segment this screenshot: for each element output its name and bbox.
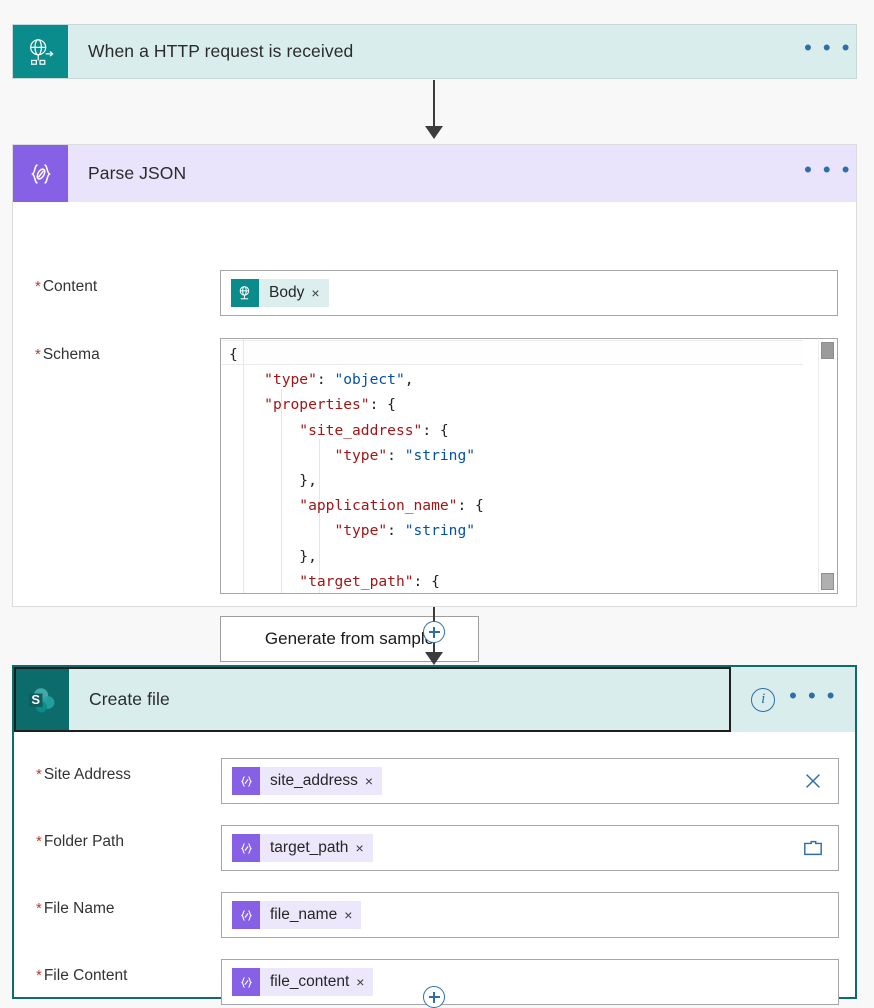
site-address-input[interactable]: site_address × [221, 758, 839, 804]
trigger-title: When a HTTP request is received [88, 41, 354, 61]
parse-json-more-menu-button[interactable]: • • • [800, 145, 856, 202]
field-label-text: File Name [43, 900, 115, 917]
trigger-card-http-request[interactable]: When a HTTP request is received • • • [12, 24, 857, 79]
field-row-folder-path: * Folder Path target_path × [14, 804, 855, 871]
site-address-field-label: * Site Address [36, 758, 221, 784]
add-step-button-bottom[interactable] [423, 986, 445, 1008]
schema-code-text[interactable]: { "type": "object", "properties": { "sit… [221, 339, 837, 593]
field-row-content: * Content Body × [13, 202, 856, 316]
field-label-text: Folder Path [43, 833, 124, 850]
globe-http-icon [231, 279, 259, 307]
token-remove-button[interactable]: × [355, 841, 372, 855]
trigger-more-menu-button[interactable]: • • • [800, 25, 856, 78]
braces-json-icon [13, 145, 68, 202]
braces-json-icon [232, 968, 260, 996]
content-input[interactable]: Body × [220, 270, 838, 316]
field-row-file-name: * File Name file_name × [14, 871, 855, 938]
info-icon[interactable]: i [751, 687, 776, 712]
token-chip-file-name[interactable]: file_name × [232, 901, 362, 929]
file-name-input[interactable]: file_name × [221, 892, 839, 938]
braces-json-icon [232, 834, 260, 862]
required-marker: * [36, 967, 42, 984]
required-marker: * [36, 833, 42, 850]
field-row-site-address: * Site Address site_address × [14, 750, 855, 804]
flow-designer-canvas: When a HTTP request is received • • • Pa… [0, 0, 874, 1008]
connector-arrow [425, 126, 443, 139]
action-card-parse-json[interactable]: Parse JSON • • • * Content Body × * Sche… [12, 144, 857, 662]
parse-json-header[interactable]: Parse JSON • • • [13, 145, 856, 202]
required-marker: * [36, 900, 42, 917]
token-label: file_name [270, 906, 338, 923]
folder-path-input[interactable]: target_path × [221, 825, 839, 871]
token-remove-button[interactable]: × [356, 975, 373, 989]
scrollbar-thumb-down[interactable] [821, 573, 834, 590]
file-content-input[interactable]: file_content × [221, 959, 839, 1005]
folder-picker-icon[interactable] [802, 838, 824, 858]
required-marker: * [36, 766, 42, 783]
token-remove-button[interactable]: × [344, 908, 361, 922]
editor-vertical-scrollbar[interactable] [818, 340, 836, 592]
required-marker: * [35, 278, 41, 295]
folder-path-field-label: * Folder Path [36, 825, 221, 851]
required-marker: * [35, 346, 41, 363]
svg-text:S: S [31, 692, 40, 707]
token-chip-target-path[interactable]: target_path × [232, 834, 373, 862]
token-label: Body [269, 284, 305, 301]
token-remove-button[interactable]: × [311, 286, 328, 300]
braces-json-icon [232, 901, 260, 929]
file-name-field-label: * File Name [36, 892, 221, 918]
create-file-header-actions: i • • • [751, 667, 855, 732]
add-step-button[interactable] [423, 621, 445, 643]
scrollbar-thumb-up[interactable] [821, 342, 834, 359]
parse-json-title: Parse JSON [88, 163, 187, 183]
token-chip-site-address[interactable]: site_address × [232, 767, 383, 795]
token-chip-body[interactable]: Body × [231, 279, 329, 307]
schema-field-label: * Schema [35, 346, 100, 363]
schema-code-editor[interactable]: { "type": "object", "properties": { "sit… [220, 338, 838, 594]
content-field-label: * Content [35, 278, 98, 295]
field-label-text: File Content [43, 967, 128, 984]
create-file-more-menu-button[interactable]: • • • [789, 683, 837, 717]
create-file-body: * Site Address site_address × * Folder Path… [14, 732, 855, 1005]
token-chip-file-content[interactable]: file_content × [232, 968, 374, 996]
action-card-create-file[interactable]: S Create file i • • • * Site Address site… [12, 665, 857, 1005]
create-file-title: Create file [89, 689, 170, 709]
token-label: site_address [270, 772, 358, 789]
field-label-text: Site Address [43, 766, 131, 783]
globe-http-icon [13, 25, 68, 78]
connector-line [433, 80, 435, 128]
token-remove-button[interactable]: × [365, 774, 382, 788]
token-label: target_path [270, 839, 349, 856]
token-label: file_content [270, 973, 350, 990]
sharepoint-icon: S [14, 667, 69, 732]
connector-arrow [425, 652, 443, 665]
parse-json-body: * Content Body × * Schema {"type": "obj… [13, 202, 856, 662]
file-content-field-label: * File Content [36, 959, 221, 985]
create-file-header[interactable]: S Create file i • • • [14, 667, 855, 732]
clear-x-icon[interactable] [802, 770, 824, 792]
braces-json-icon [232, 767, 260, 795]
